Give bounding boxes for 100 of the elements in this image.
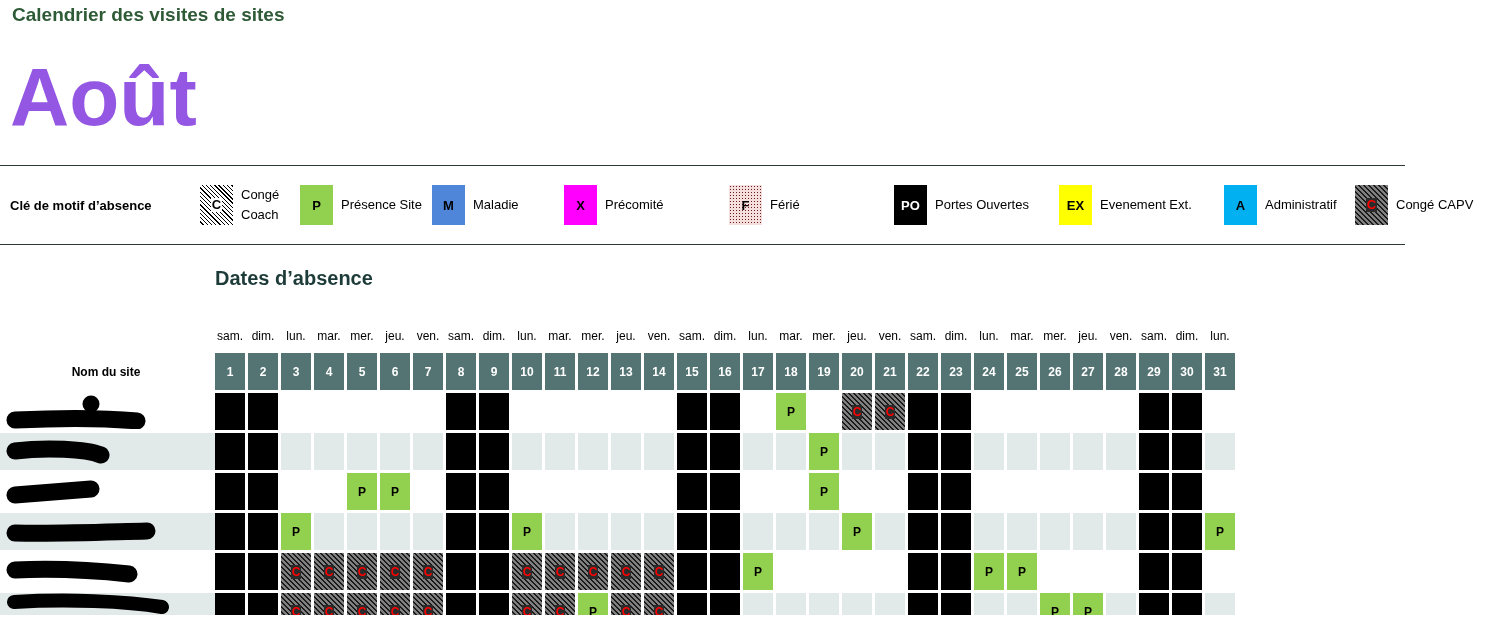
weekend-cell [677,553,707,590]
weekend-cell [479,393,509,430]
weekend-cell [1172,513,1202,550]
day-header: 27 [1073,353,1103,390]
presence-cell: P [974,553,1004,590]
day-header: 19 [809,353,839,390]
weekday-label: ven. [877,328,903,345]
day-header: 12 [578,353,608,390]
weekend-cell [1172,553,1202,590]
weekday-label: mer. [349,328,375,345]
day-header: 31 [1205,353,1235,390]
weekday-label: mer. [580,328,606,345]
weekend-cell [1172,433,1202,470]
weekend-cell [1139,553,1169,590]
page-title: Calendrier des visites de sites [11,3,286,27]
weekend-cell [941,433,971,470]
weekend-cell [215,433,245,470]
day-header: 13 [611,353,641,390]
leave-cell: C [545,593,575,615]
day-header: 7 [413,353,443,390]
day-cell [743,513,773,550]
weekend-cell [710,433,740,470]
day-cell [347,513,377,550]
weekend-cell [1139,393,1169,430]
weekday-label: sam. [678,328,706,345]
leave-cell: C [644,593,674,615]
day-header: 17 [743,353,773,390]
weekend-cell [1139,473,1169,510]
weekday-label: sam. [1140,328,1168,345]
weekday-label: mer. [1042,328,1068,345]
legend-text: Présence Site [341,196,422,214]
weekday-label: jeu. [846,328,868,345]
day-header: 10 [512,353,542,390]
weekday-label: dim. [1174,328,1200,345]
weekday-label: dim. [943,328,969,345]
day-cell [644,513,674,550]
weekday-label: dim. [712,328,738,345]
weekend-cell [941,513,971,550]
leave-cell: C [545,553,575,590]
presence-cell: P [743,553,773,590]
weekend-cell [677,433,707,470]
legend-text: Maladie [473,196,519,214]
presence-cell: P [347,473,377,510]
weekend-cell [248,553,278,590]
weekend-cell [677,393,707,430]
leave-cell: C [842,393,872,430]
weekend-cell [248,473,278,510]
legend-text: Congé Coach [241,186,281,224]
weekday-label: jeu. [615,328,637,345]
presence-cell: P [842,513,872,550]
weekend-cell [941,553,971,590]
leave-cell: C [380,593,410,615]
weekday-label: sam. [447,328,475,345]
leave-cell: C [281,553,311,590]
day-cell [644,433,674,470]
weekend-cell [215,513,245,550]
presence-cell: P [1073,593,1103,615]
leave-cell: C [611,553,641,590]
leave-cell: C [281,593,311,615]
leave-cell: C [347,593,377,615]
legend-label: Clé de motif d’absence [9,197,153,213]
day-cell [1040,513,1070,550]
weekend-cell [710,513,740,550]
presence-cell: P [776,393,806,430]
weekday-label: mar. [778,328,804,345]
weekend-cell [710,553,740,590]
leave-cell: C [314,593,344,615]
day-cell [809,513,839,550]
weekend-cell [446,473,476,510]
legend-swatch: EX [1059,185,1092,225]
presence-cell: P [1205,513,1235,550]
day-cell [875,513,905,550]
weekend-cell [479,553,509,590]
weekend-cell [215,393,245,430]
leave-cell: C [314,553,344,590]
day-header: 28 [1106,353,1136,390]
day-header: 16 [710,353,740,390]
weekend-cell [479,513,509,550]
section-title: Dates d’absence [214,266,374,291]
day-cell [743,433,773,470]
weekday-label: jeu. [1077,328,1099,345]
leave-cell: C [413,553,443,590]
day-cell [1106,513,1136,550]
day-cell [776,513,806,550]
weekend-cell [908,393,938,430]
day-header: 5 [347,353,377,390]
weekend-cell [908,473,938,510]
day-header: 23 [941,353,971,390]
weekend-cell [908,513,938,550]
day-header: 9 [479,353,509,390]
day-cell [545,513,575,550]
weekday-label: jeu. [384,328,406,345]
day-header: 6 [380,353,410,390]
weekday-label: ven. [415,328,441,345]
legend-swatch: A [1224,185,1257,225]
day-header: 21 [875,353,905,390]
weekday-label: ven. [1108,328,1134,345]
day-cell [974,513,1004,550]
presence-cell: P [1007,553,1037,590]
weekend-cell [248,513,278,550]
